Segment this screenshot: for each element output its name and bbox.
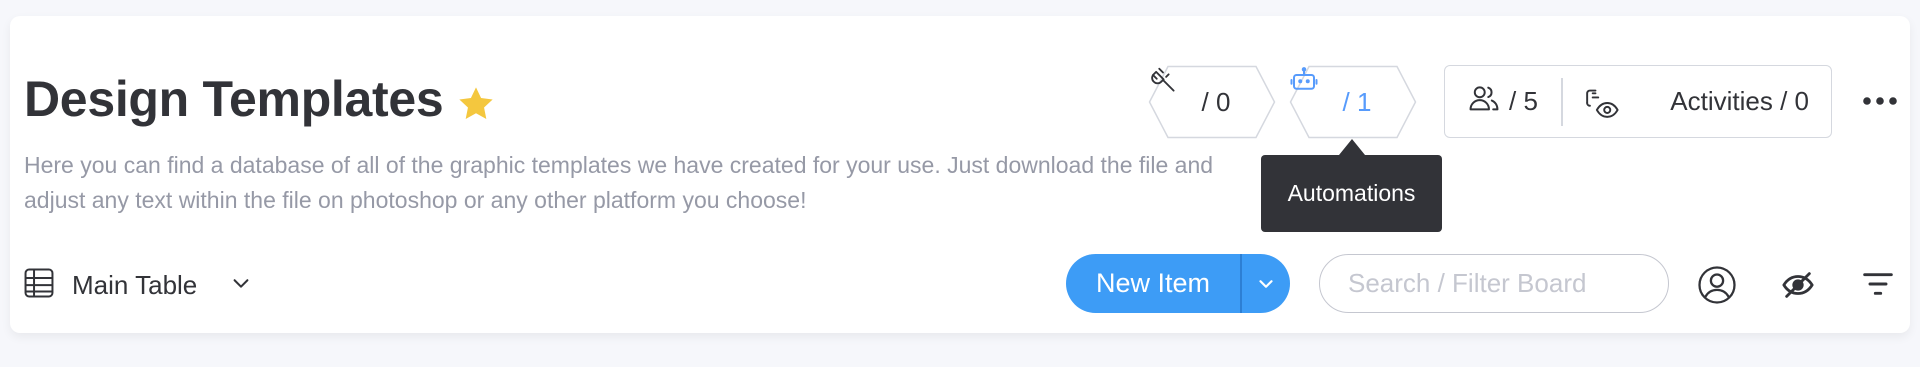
view-selector[interactable]: Main Table — [72, 270, 197, 301]
chevron-down-icon[interactable] — [230, 272, 252, 299]
person-icon[interactable] — [1696, 264, 1738, 311]
integrations-button[interactable]: / 0 — [1148, 65, 1276, 139]
automations-tooltip: Automations — [1261, 155, 1442, 232]
tooltip-arrow — [1339, 139, 1365, 155]
activity-eye-icon[interactable] — [1583, 86, 1619, 125]
board-title[interactable]: Design Templates — [24, 74, 444, 124]
new-item-button-group: New Item — [1066, 254, 1290, 313]
new-item-button[interactable]: New Item — [1066, 254, 1240, 313]
more-dots-icon[interactable] — [1862, 86, 1898, 116]
search-input[interactable] — [1319, 254, 1669, 313]
people-icon — [1467, 81, 1501, 122]
filter-icon[interactable] — [1862, 270, 1894, 303]
members-count: / 5 — [1509, 86, 1538, 116]
integrations-count: / 0 — [1201, 86, 1231, 117]
members-button[interactable]: / 5 — [1467, 66, 1538, 137]
automations-button[interactable]: / 1 — [1289, 65, 1417, 139]
eye-off-icon[interactable] — [1780, 268, 1816, 307]
board-description[interactable]: Here you can find a database of all of t… — [24, 148, 1274, 218]
divider — [1561, 78, 1563, 126]
table-icon[interactable] — [22, 266, 56, 305]
star-icon[interactable] — [455, 83, 497, 125]
automations-count: / 1 — [1342, 86, 1372, 117]
activities-button[interactable]: Activities / 0 — [1670, 66, 1809, 137]
members-activities-panel: / 5 Activities / 0 — [1444, 65, 1832, 138]
